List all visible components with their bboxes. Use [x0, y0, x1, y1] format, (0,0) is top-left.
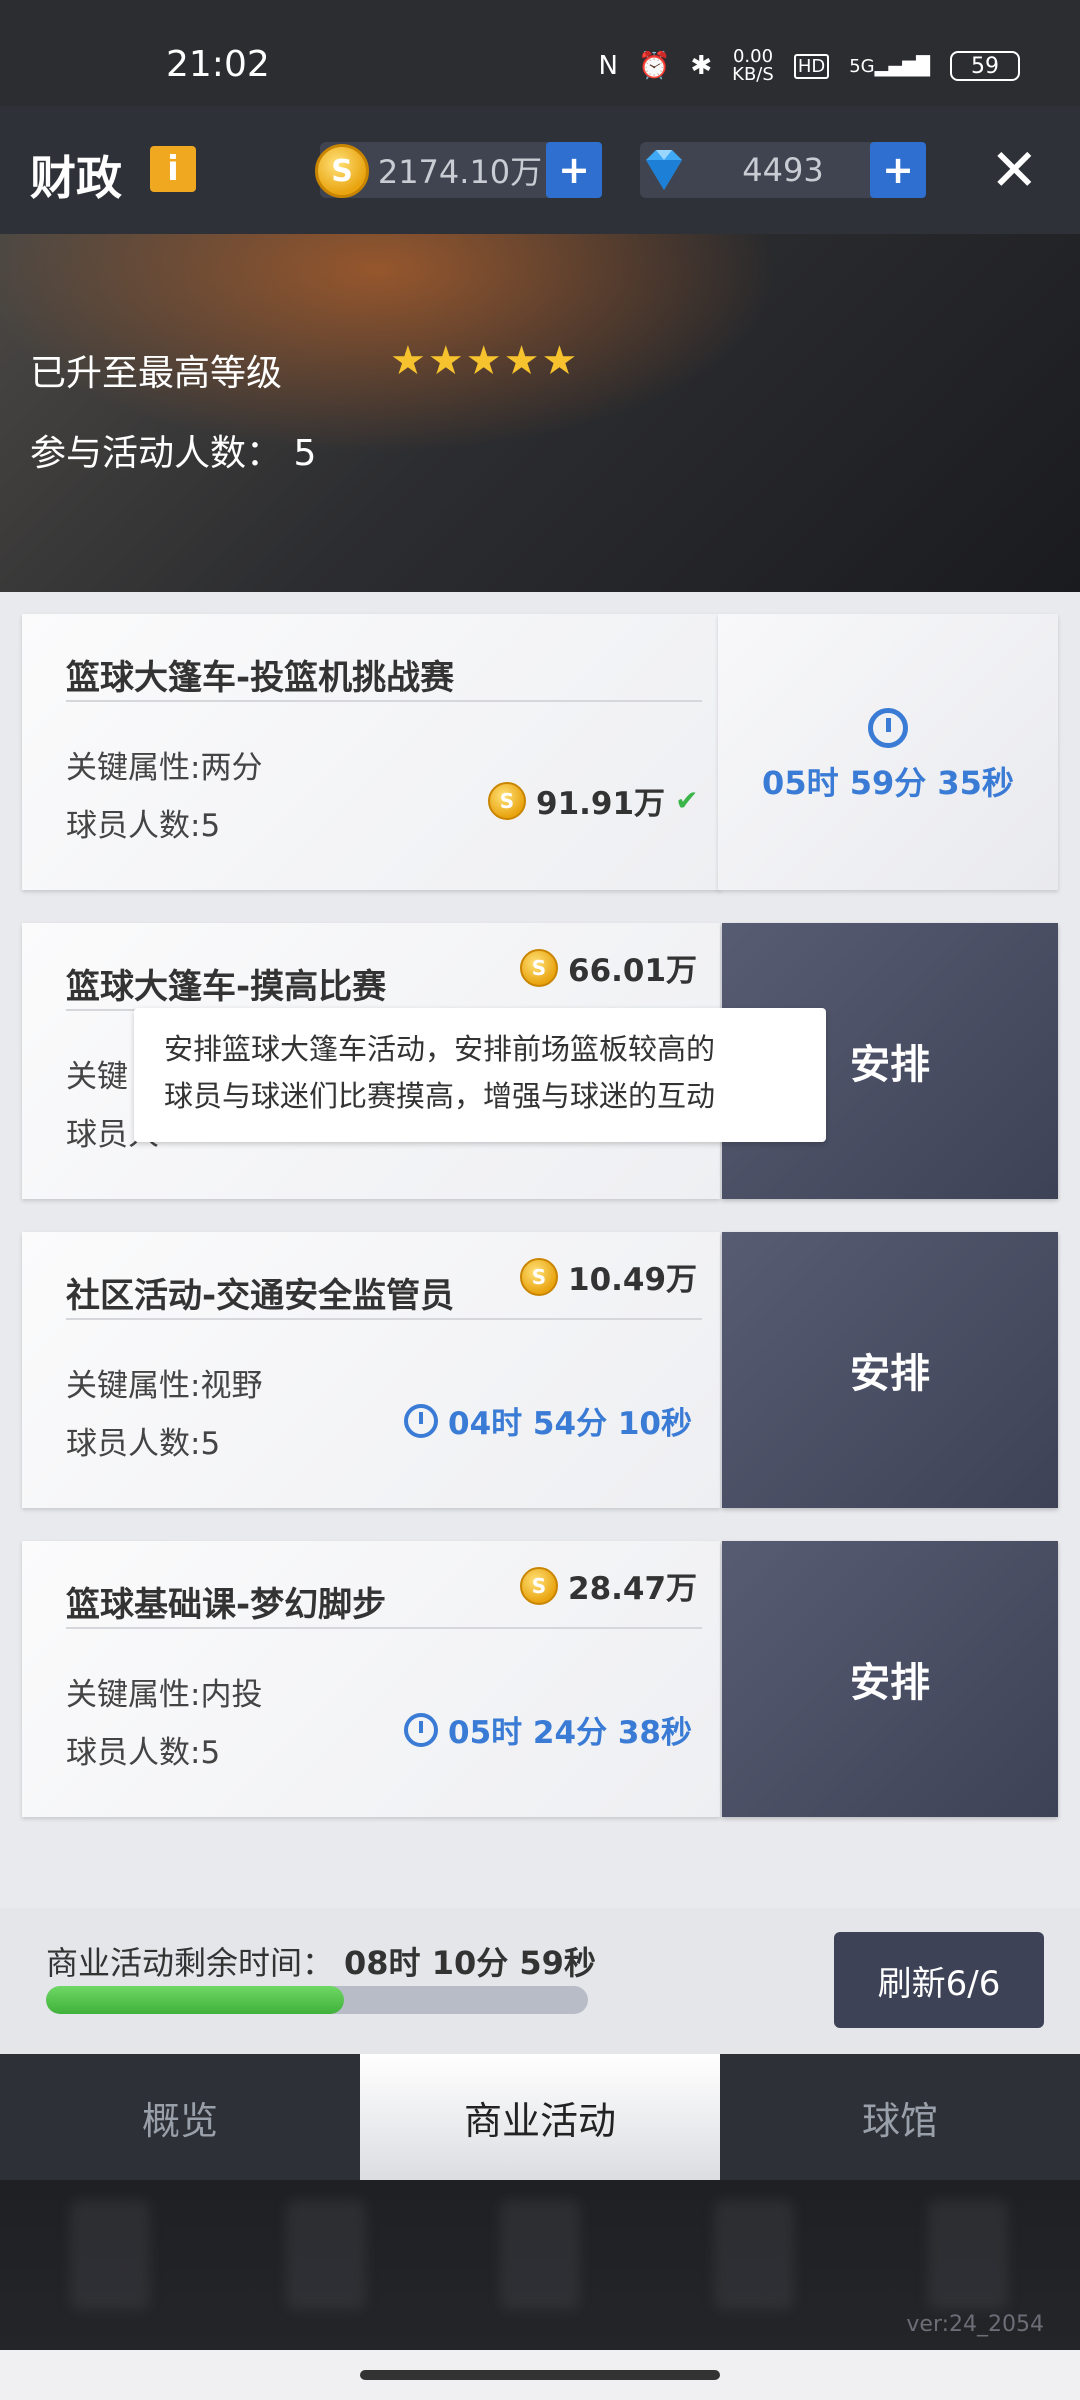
- activity-info: 篮球大篷车-投篮机挑战赛 关键属性:两分 球员人数:5 S 91.91万 ✔: [22, 614, 720, 890]
- divider: [66, 1318, 702, 1320]
- gem-amount: 4493: [742, 151, 824, 189]
- tab-arena[interactable]: 球馆: [720, 2054, 1080, 2180]
- activity-attribute: 关键属性:两分: [66, 750, 263, 786]
- activity-tooltip: 安排篮球大篷车活动，安排前场篮板较高的 球员与球迷们比赛摸高，增强与球迷的互动: [134, 1008, 826, 1142]
- coin-icon: S: [520, 1257, 558, 1296]
- hd-icon: HD: [793, 53, 830, 79]
- refresh-button[interactable]: 刷新6/6: [834, 1932, 1044, 2028]
- coin-icon: S: [315, 144, 369, 198]
- signal-icon: 5G▂▄▆█: [849, 55, 930, 77]
- star-rating: ★★★★★: [390, 338, 580, 384]
- activity-title: 篮球大篷车-投篮机挑战赛: [66, 658, 455, 698]
- finance-header: 财政 i 2174.10万 + S 4493 + ✕: [0, 106, 1080, 234]
- activity-attribute: 关键: [66, 1059, 128, 1095]
- coin-icon: S: [488, 781, 526, 820]
- coin-amount: 2174.10万: [377, 153, 543, 191]
- activity-timer: 05时 24分 38秒: [404, 1707, 692, 1752]
- bluetooth-icon: ✱: [690, 51, 713, 81]
- activity-title: 篮球基础课-梦幻脚步: [66, 1585, 387, 1625]
- tab-bar: 概览 商业活动 球馆: [0, 2054, 1080, 2180]
- add-coins-button[interactable]: +: [546, 142, 602, 198]
- add-gems-button[interactable]: +: [870, 142, 926, 198]
- alarm-icon: ⏰: [637, 51, 671, 81]
- status-icons: N ⏰ ✱ 0.00 KB/S HD 5G▂▄▆█ 59: [599, 48, 1020, 84]
- diamond-icon: [646, 150, 682, 190]
- level-status: 已升至最高等级: [30, 353, 283, 394]
- activity-player-count: 球员人数:5: [66, 808, 221, 844]
- coin-icon: S: [520, 1566, 558, 1605]
- hero-banner: 已升至最高等级 ★★★★★ 参与活动人数： 5: [0, 234, 1080, 592]
- stopwatch-icon: [868, 708, 908, 748]
- reward-amount: 28.47万: [568, 1571, 698, 1607]
- activity-info: 社区活动-交通安全监管员 关键属性:视野 球员人数:5 S 10.49万 04时…: [22, 1232, 720, 1508]
- home-indicator[interactable]: [360, 2370, 720, 2380]
- net-speed: 0.00 KB/S: [732, 46, 774, 85]
- close-button[interactable]: ✕: [990, 136, 1039, 204]
- remaining-time-label: 商业活动剩余时间：: [46, 1944, 335, 1982]
- activity-reward: S 91.91万 ✔: [488, 778, 699, 823]
- activity-player-count: 球员人数:5: [66, 1735, 221, 1771]
- tab-business-activities[interactable]: 商业活动: [360, 2054, 720, 2180]
- activity-timer: 05时 59分 35秒: [762, 764, 1014, 802]
- activity-reward: S 28.47万: [520, 1563, 697, 1608]
- activity-reward: S 10.49万: [520, 1254, 697, 1299]
- info-icon[interactable]: i: [150, 146, 196, 192]
- nfc-icon: N: [598, 51, 618, 81]
- progress-bar: [46, 1986, 588, 2014]
- stopwatch-icon: [404, 1712, 438, 1747]
- remaining-time: 商业活动剩余时间： 08时 10分 59秒: [46, 1938, 596, 1984]
- reward-amount: 66.01万: [568, 953, 698, 989]
- activity-reward: S 66.01万: [520, 945, 697, 990]
- remaining-time-value: 08时 10分 59秒: [344, 1944, 596, 1982]
- activity-timer: 04时 54分 10秒: [404, 1398, 692, 1443]
- arrange-button[interactable]: 安排: [722, 1541, 1058, 1817]
- status-bar: 21:02 N ⏰ ✱ 0.00 KB/S HD 5G▂▄▆█ 59: [0, 0, 1080, 106]
- divider: [66, 700, 702, 702]
- activity-card: 篮球大篷车-投篮机挑战赛 关键属性:两分 球员人数:5 S 91.91万 ✔ 0…: [22, 614, 1058, 890]
- reward-amount: 10.49万: [568, 1262, 698, 1298]
- activity-attribute: 关键属性:内投: [66, 1677, 263, 1713]
- progress-fill: [46, 1986, 345, 2014]
- battery-icon: 59: [950, 51, 1020, 81]
- tooltip-line: 球员与球迷们比赛摸高，增强与球迷的互动: [164, 1079, 716, 1113]
- activity-title: 社区活动-交通安全监管员: [66, 1276, 455, 1316]
- coin-icon: S: [520, 948, 558, 987]
- version-label: ver:24_2054: [906, 2312, 1044, 2337]
- page-title: 财政: [30, 151, 122, 205]
- tooltip-line: 安排篮球大篷车活动，安排前场篮板较高的: [164, 1032, 716, 1066]
- activity-card: 社区活动-交通安全监管员 关键属性:视野 球员人数:5 S 10.49万 04时…: [22, 1232, 1058, 1508]
- activity-player-count: 球员人数:5: [66, 1426, 221, 1462]
- tab-overview[interactable]: 概览: [0, 2054, 360, 2180]
- check-icon: ✔: [675, 784, 699, 817]
- activity-card: 篮球基础课-梦幻脚步 关键属性:内投 球员人数:5 S 28.47万 05时 2…: [22, 1541, 1058, 1817]
- reward-amount: 91.91万: [536, 786, 666, 822]
- business-status-bar: 商业活动剩余时间： 08时 10分 59秒 刷新6/6: [0, 1908, 1080, 2054]
- participant-count: 参与活动人数： 5: [30, 433, 317, 474]
- stopwatch-icon: [404, 1403, 438, 1438]
- status-time: 21:02: [166, 44, 270, 85]
- arrange-button[interactable]: 安排: [722, 1232, 1058, 1508]
- activity-timer-panel: 05时 59分 35秒: [718, 614, 1058, 890]
- activity-attribute: 关键属性:视野: [66, 1368, 263, 1404]
- activity-info: 篮球基础课-梦幻脚步 关键属性:内投 球员人数:5 S 28.47万 05时 2…: [22, 1541, 720, 1817]
- activity-title: 篮球大篷车-摸高比赛: [66, 967, 387, 1007]
- divider: [66, 1627, 702, 1629]
